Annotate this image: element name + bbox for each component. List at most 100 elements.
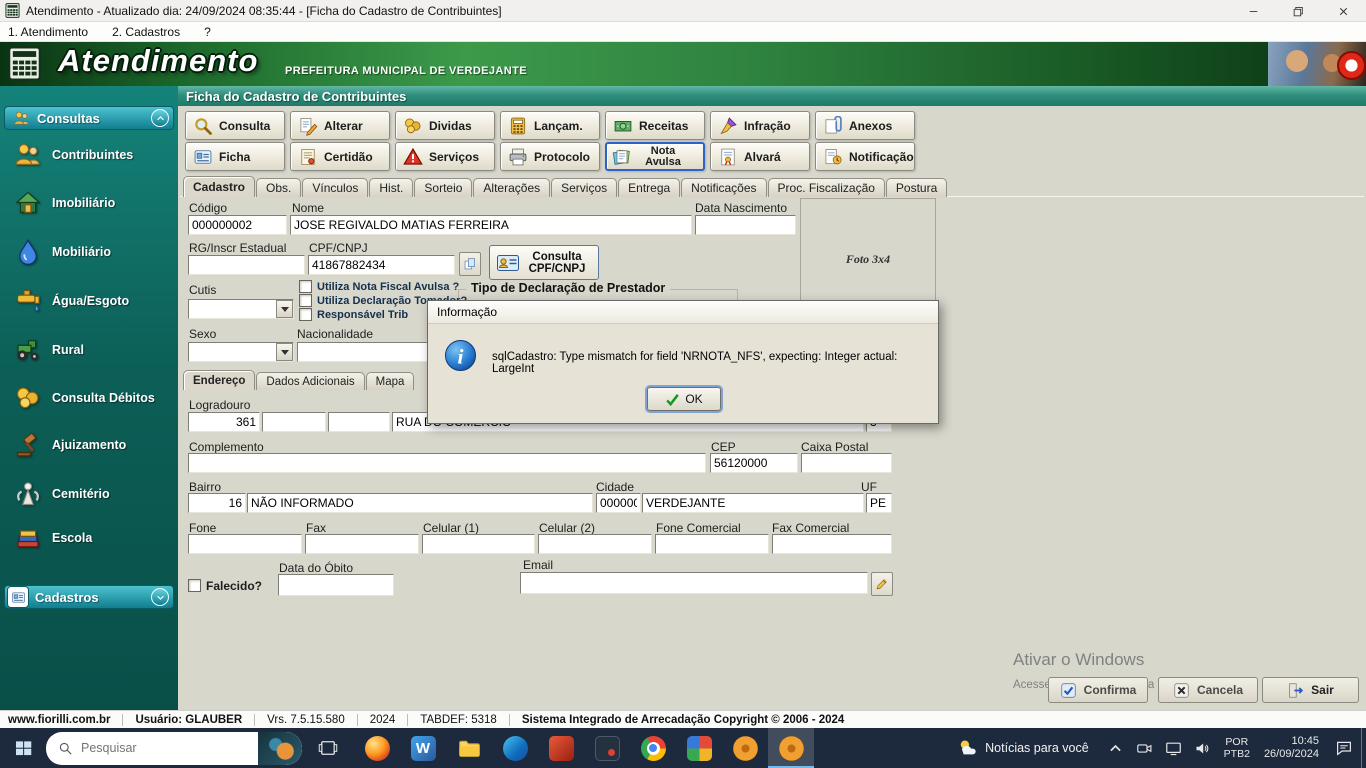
tab-vinculos[interactable]: Vínculos [302,178,369,197]
cpf-input[interactable] [308,255,455,275]
tab-postura[interactable]: Postura [885,178,948,197]
sidebar-item-imobiliario[interactable]: Imobiliário [14,186,174,220]
toolbar-button-alterar[interactable]: Alterar [290,111,390,140]
task-view-button[interactable] [308,728,348,768]
subtab-endereco[interactable]: Endereço [183,370,256,390]
cidade-codigo-input[interactable] [596,493,641,513]
menu-item-cadastros[interactable]: 2. Cadastros [112,25,180,39]
toolbar-button-certidao[interactable]: Certidão [290,142,390,171]
ok-button[interactable]: OK [647,387,721,411]
volume-tray-button[interactable] [1194,739,1212,757]
tab-servicos[interactable]: Serviços [551,178,618,197]
expand-section-button[interactable] [151,588,169,606]
uf-input[interactable] [866,493,892,513]
restore-button[interactable] [1276,0,1321,22]
fone-input[interactable] [188,534,302,554]
logradouro-tipo-input[interactable] [262,412,326,432]
minimize-button[interactable] [1231,0,1276,22]
toolbar-button-alvara[interactable]: Alvará [710,142,810,171]
email-edit-button[interactable] [871,572,893,596]
sidebar-item-mobiliario[interactable]: Mobiliário [14,235,174,269]
sidebar-item-contribuintes[interactable]: Contribuintes [14,138,174,172]
taskbar-app-gear[interactable] [722,728,768,768]
data-obito-input[interactable] [278,574,394,596]
search-highlight-image[interactable] [258,731,302,765]
taskbar-app-phone-link[interactable] [584,728,630,768]
subtab-mapa[interactable]: Mapa [365,372,415,390]
taskbar-app-edge[interactable] [492,728,538,768]
sidebar-item-ajuizamento[interactable]: Ajuizamento [14,428,174,462]
data-nascimento-input[interactable] [695,215,796,235]
sidebar-section-cadastros[interactable]: Cadastros [4,585,174,609]
complemento-input[interactable] [188,453,706,473]
sidebar-item-agua-esgoto[interactable]: Água/Esgoto [14,284,174,318]
fax-input[interactable] [305,534,419,554]
sidebar-section-consultas[interactable]: Consultas [4,106,174,130]
taskbar-search[interactable] [46,731,302,765]
taskbar-app-gear-active[interactable] [768,728,814,768]
toolbar-button-infracao[interactable]: Infração [710,111,810,140]
cep-input[interactable] [710,453,798,473]
caixa-postal-input[interactable] [801,453,892,473]
cidade-input[interactable] [642,493,864,513]
toolbar-button-dividas[interactable]: Dividas [395,111,495,140]
menu-item-atendimento[interactable]: 1. Atendimento [8,25,88,39]
taskbar-app-grid[interactable] [676,728,722,768]
close-button[interactable] [1321,0,1366,22]
fax-comercial-input[interactable] [772,534,892,554]
tab-notificacoes[interactable]: Notificações [681,178,767,197]
taskbar-app-red[interactable] [538,728,584,768]
tab-alteracoes[interactable]: Alterações [473,178,551,197]
news-widget[interactable]: Notícias para você [945,728,1101,768]
checkbox-responsavel[interactable] [299,308,312,321]
toolbar-button-consulta[interactable]: Consulta [185,111,285,140]
taskbar-clock[interactable]: 10:45 26/09/2024 [1256,735,1327,761]
collapse-section-button[interactable] [151,109,169,127]
tab-sorteio[interactable]: Sorteio [414,178,473,197]
search-input[interactable] [81,741,221,755]
logradouro-titulo-input[interactable] [328,412,390,432]
start-button[interactable] [0,728,46,768]
logradouro-codigo-input[interactable] [188,412,260,432]
sexo-dropdown-button[interactable] [276,343,293,361]
menu-item-help[interactable]: ? [204,25,211,39]
sidebar-item-rural[interactable]: Rural [14,333,174,367]
toolbar-button-servicos[interactable]: Serviços [395,142,495,171]
taskbar-app-firefox[interactable] [354,728,400,768]
toolbar-button-lancamentos[interactable]: Lançam. [500,111,600,140]
bairro-input[interactable] [247,493,593,513]
toolbar-button-ficha[interactable]: Ficha [185,142,285,171]
nome-input[interactable] [290,215,692,235]
toolbar-button-receitas[interactable]: Receitas [605,111,705,140]
taskbar-app-word[interactable] [400,728,446,768]
celular1-input[interactable] [422,534,535,554]
email-input[interactable] [520,572,868,594]
tab-hist[interactable]: Hist. [369,178,414,197]
notification-center-button[interactable] [1327,728,1361,768]
checkbox-declaracao-tomador[interactable] [299,294,312,307]
rg-input[interactable] [188,255,305,275]
tab-entrega[interactable]: Entrega [618,178,681,197]
codigo-input[interactable] [188,215,287,235]
sidebar-item-consulta-debitos[interactable]: Consulta Débitos [14,381,174,415]
fone-comercial-input[interactable] [655,534,769,554]
language-indicator[interactable]: POR PTB2 [1218,736,1256,760]
show-desktop-button[interactable] [1361,728,1366,768]
consulta-cpf-cnpj-button[interactable]: Consulta CPF/CNPJ [489,245,599,280]
checkbox-nota-fiscal-avulsa[interactable] [299,280,312,293]
sidebar-item-escola[interactable]: Escola [14,521,174,555]
celular2-input[interactable] [538,534,652,554]
tab-cadastro[interactable]: Cadastro [183,176,256,197]
display-tray-button[interactable] [1165,739,1183,757]
taskbar-app-file-explorer[interactable] [446,728,492,768]
confirma-button[interactable]: Confirma [1048,677,1148,703]
falecido-checkbox[interactable] [188,579,201,592]
hidden-icons-button[interactable] [1107,739,1125,757]
bairro-codigo-input[interactable] [188,493,246,513]
taskbar-app-chrome[interactable] [630,728,676,768]
cpf-copy-button[interactable] [459,252,481,276]
toolbar-button-notificacao[interactable]: Notificação [815,142,915,171]
camera-tray-button[interactable] [1136,739,1154,757]
toolbar-button-protocolo[interactable]: Protocolo [500,142,600,171]
cancela-button[interactable]: Cancela [1158,677,1258,703]
